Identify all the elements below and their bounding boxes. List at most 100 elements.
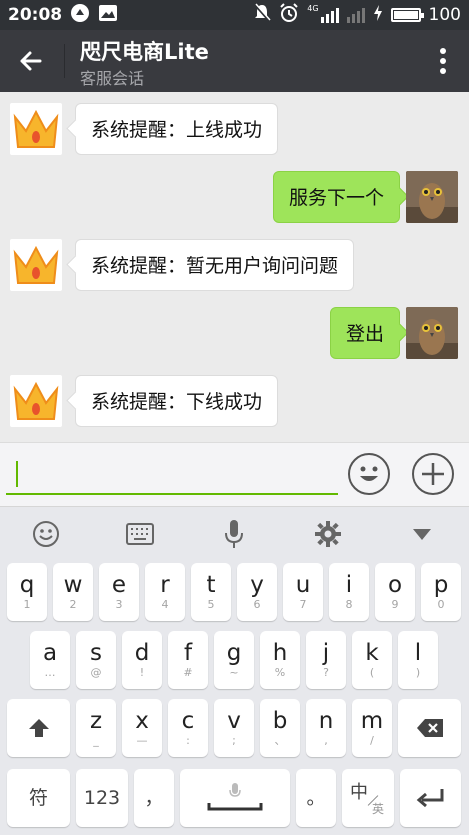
key-letter: b	[272, 708, 288, 734]
key-r[interactable]: r4	[145, 563, 185, 621]
key-hint: ;	[232, 734, 236, 747]
key-hint: @	[90, 666, 102, 679]
key-letter: q	[19, 572, 35, 598]
mute-bell-icon	[253, 3, 271, 28]
key-i[interactable]: i8	[329, 563, 369, 621]
key-j[interactable]: j?	[306, 631, 346, 689]
key-hint: 5	[207, 598, 215, 611]
page-title: 咫尺电商Lite	[80, 40, 209, 64]
key-k[interactable]: k(	[352, 631, 392, 689]
language-switch-key[interactable]: 中 英	[342, 769, 394, 827]
emoji-button[interactable]	[348, 453, 390, 495]
key-m[interactable]: m /	[352, 699, 392, 757]
key-letter: c	[181, 708, 195, 734]
enter-key[interactable]	[400, 769, 461, 827]
more-options-icon[interactable]	[439, 46, 447, 76]
key-letter: u	[295, 572, 311, 598]
key-h[interactable]: h%	[260, 631, 300, 689]
backspace-key[interactable]	[398, 699, 461, 757]
symbol-key[interactable]: 符	[7, 769, 70, 827]
key-hint: 8	[345, 598, 353, 611]
key-o[interactable]: o9	[375, 563, 415, 621]
message-bubble-system: 系统提醒：下线成功	[75, 375, 279, 427]
key-hint: ~	[229, 666, 239, 679]
key-letter: s	[90, 640, 102, 666]
key-s[interactable]: s @	[76, 631, 116, 689]
signal-weak-icon	[346, 7, 365, 23]
battery-icon	[390, 8, 424, 22]
soft-keyboard: q1 w2 e3 r4 t5 y6 u7 i8 o9 p0 a… s @ d! f…	[0, 506, 469, 835]
message-bubble-system: 系统提醒：暂无用户询问问题	[75, 239, 355, 291]
key-hint: 2	[69, 598, 77, 611]
key-letter: e	[111, 572, 127, 598]
key-g[interactable]: g ~	[214, 631, 254, 689]
key-hint: …	[44, 666, 56, 679]
smiley-icon	[360, 466, 378, 481]
period-key-label: 。	[306, 787, 326, 809]
status-time: 20:08	[8, 5, 63, 25]
key-letter: a	[42, 640, 58, 666]
key-letter: y	[250, 572, 264, 598]
title-bar: 咫尺电商Lite 客服会话	[0, 30, 469, 92]
crown-avatar[interactable]	[10, 375, 62, 427]
settings-gear-icon[interactable]	[308, 517, 348, 551]
key-hint: 4	[161, 598, 169, 611]
key-x[interactable]: x —	[122, 699, 162, 757]
key-e[interactable]: e3	[99, 563, 139, 621]
key-letter: f	[183, 640, 193, 666]
number-key[interactable]: 123	[76, 769, 128, 827]
back-arrow-icon[interactable]	[16, 46, 46, 76]
key-hint: 0	[437, 598, 445, 611]
microphone-icon[interactable]	[214, 517, 254, 551]
keyboard-emoji-icon[interactable]	[26, 517, 66, 551]
key-y[interactable]: y6	[237, 563, 277, 621]
more-functions-button[interactable]	[412, 453, 454, 495]
key-hint: _	[93, 734, 99, 747]
language-switch-label: 中 英	[348, 778, 388, 818]
comma-key-label: ，	[144, 787, 164, 809]
message-input[interactable]	[6, 453, 338, 495]
key-z[interactable]: z _	[76, 699, 116, 757]
shift-key[interactable]	[7, 699, 70, 757]
key-b[interactable]: b、	[260, 699, 300, 757]
key-letter: i	[345, 572, 353, 598]
crown-avatar[interactable]	[10, 103, 62, 155]
hide-keyboard-icon[interactable]	[402, 517, 442, 551]
key-hint: :	[186, 734, 190, 747]
status-bar: 20:08 4G 100	[0, 0, 469, 30]
key-f[interactable]: f #	[168, 631, 208, 689]
charging-icon	[373, 4, 383, 26]
key-q[interactable]: q1	[7, 563, 47, 621]
key-letter: x	[135, 708, 149, 734]
title-divider	[64, 44, 65, 78]
owl-avatar[interactable]	[406, 307, 458, 359]
keyboard-layout-icon[interactable]	[120, 517, 160, 551]
key-hint: #	[183, 666, 193, 679]
key-hint: 7	[299, 598, 307, 611]
key-p[interactable]: p0	[421, 563, 461, 621]
chat-message-list[interactable]: 系统提醒：上线成功 服务下一个 系统提醒：暂无用户询问问题 登出 系统提醒：下线…	[0, 92, 469, 442]
key-letter: h	[272, 640, 288, 666]
signal-4g-icon: 4G	[307, 4, 339, 23]
notification-icon	[70, 3, 90, 28]
crown-avatar[interactable]	[10, 239, 62, 291]
number-key-label: 123	[83, 787, 121, 809]
key-v[interactable]: v;	[214, 699, 254, 757]
key-a[interactable]: a…	[30, 631, 70, 689]
key-letter: n	[318, 708, 334, 734]
period-key[interactable]: 。	[296, 769, 336, 827]
owl-avatar[interactable]	[406, 171, 458, 223]
key-w[interactable]: w2	[53, 563, 93, 621]
message-bubble-sent: 服务下一个	[272, 171, 400, 223]
key-u[interactable]: u7	[283, 563, 323, 621]
key-hint: 9	[391, 598, 399, 611]
key-n[interactable]: n,	[306, 699, 346, 757]
key-d[interactable]: d!	[122, 631, 162, 689]
comma-key[interactable]: ，	[134, 769, 174, 827]
key-t[interactable]: t5	[191, 563, 231, 621]
key-letter: g	[226, 640, 242, 666]
key-c[interactable]: c:	[168, 699, 208, 757]
space-key[interactable]	[180, 769, 290, 827]
key-l[interactable]: l)	[398, 631, 438, 689]
key-letter: o	[387, 572, 403, 598]
